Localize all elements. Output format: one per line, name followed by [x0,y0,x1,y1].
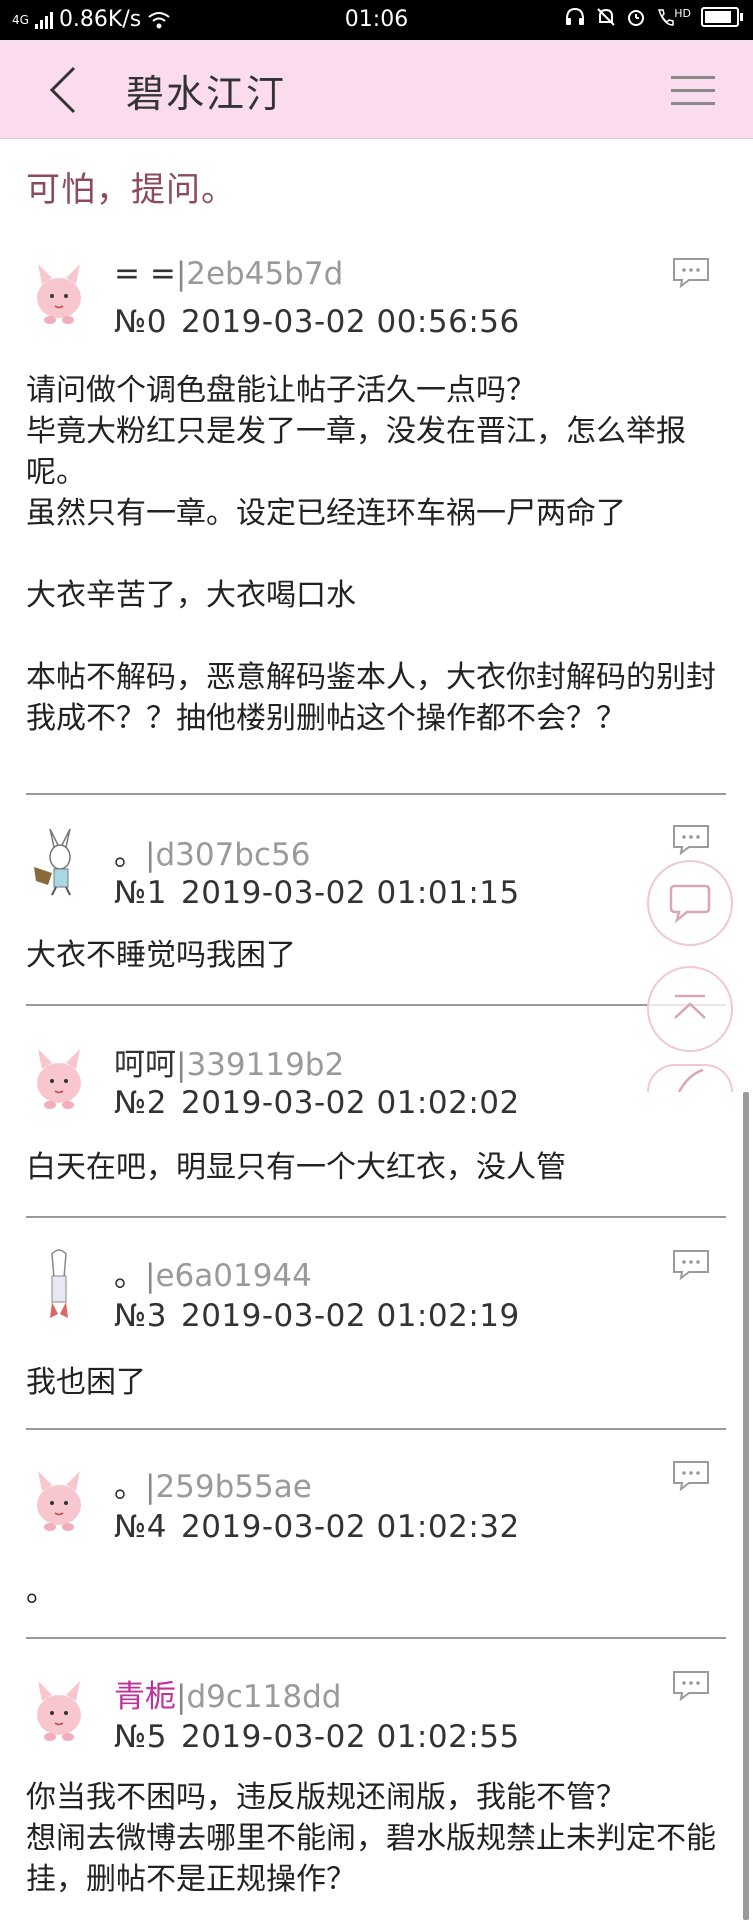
leaf-icon [677,1068,704,1092]
avatar [37,1049,81,1109]
author-name[interactable]: 青栀 [114,1679,176,1715]
fab-third-button[interactable] [647,1064,733,1092]
post-text: 请问做个调色盘能让帖子活久一点吗？ 毕竟大粉红只是发了一章，没发在晋江，怎么举报… [26,373,716,736]
post-meta: №3 2019-03-02 01:02:19 [114,1298,520,1334]
post-meta: №0 2019-03-02 00:56:56 [114,304,520,340]
author-name[interactable]: = = [114,256,176,292]
post-text: 白天在吧，明显只有一个大红衣，没人管 [26,1150,566,1185]
menu-bar-3 [671,102,715,105]
post-body: 我也困了 [26,1362,726,1403]
post-datetime: 2019-03-02 01:02:19 [180,1298,520,1334]
hd-label: HD [674,7,691,20]
author-hash: 259b55ae [155,1469,312,1505]
author-hash: 2eb45b7d [186,256,344,292]
avatar [37,264,81,324]
post-body: 你当我不困吗，违反版规还闹版，我能不管？ 想闹去微博去哪里不能闹，碧水版规禁止未… [26,1777,726,1900]
app-header: 碧水江汀 [0,40,753,139]
post-body: 白天在吧，明显只有一个大红衣，没人管 [26,1147,726,1188]
post-text: 大衣不睡觉吗我困了 [26,938,296,973]
status-bar: 4G 0.86K/s 01:06 HD [0,0,753,40]
avatar [50,1249,68,1318]
author-line: 。|d307bc56 [114,829,310,874]
post-number: №0 [114,304,167,340]
menu-button[interactable] [671,70,715,110]
post-text: 我也困了 [26,1365,146,1400]
author-line: 青栀|d9c118dd [114,1671,341,1716]
post-datetime: 2019-03-02 00:56:56 [180,304,520,340]
post-body: 请问做个调色盘能让帖子活久一点吗？ 毕竟大粉红只是发了一章，没发在晋江，怎么举报… [26,370,726,739]
chat-bubble-icon [669,884,711,924]
post-datetime: 2019-03-02 01:02:55 [180,1719,520,1755]
hamburger-menu-icon [671,76,715,79]
post-datetime: 2019-03-02 01:02:02 [180,1085,520,1121]
divider [26,1004,726,1006]
mute-bell-icon [597,8,615,26]
separator: | [145,1469,156,1505]
chevron-left-icon [49,66,76,114]
post-text: 你当我不困吗，违反版规还闹版，我能不管？ 想闹去微博去哪里不能闹，碧水版规禁止未… [26,1780,716,1897]
author-line: 呵呵|339119b2 [114,1039,344,1084]
separator: | [175,256,187,292]
avatar [34,828,71,896]
divider [26,793,726,795]
post-meta: №4 2019-03-02 01:02:32 [114,1509,520,1545]
separator: | [176,1047,187,1083]
author-hash: d9c118dd [186,1679,342,1715]
post-meta: №2 2019-03-02 01:02:02 [114,1085,520,1121]
author-line: = =|2eb45b7d [114,256,343,292]
author-hash: d307bc56 [155,837,311,873]
author-name[interactable]: 。 [114,1258,145,1294]
scroll-to-top-icon [674,994,706,1019]
post-datetime: 2019-03-02 01:02:32 [180,1509,520,1545]
divider [26,1637,726,1639]
hd-call-icon: HD [656,7,691,27]
author-name[interactable]: 。 [114,837,145,873]
post-meta: №1 2019-03-02 01:01:15 [114,875,520,911]
separator: | [145,837,156,873]
divider [26,1216,726,1218]
scrollbar[interactable] [743,1092,749,1920]
post-number: №4 [114,1509,167,1545]
headset-icon [566,7,585,25]
author-line: 。|259b55ae [114,1461,312,1506]
fab-reply-button[interactable] [647,860,733,946]
separator: | [176,1679,187,1715]
post-number: №3 [114,1298,167,1334]
comment-bubble-icon[interactable] [671,1459,711,1491]
author-line: 。|e6a01944 [114,1250,312,1295]
author-hash: 339119b2 [186,1047,345,1083]
alarm-icon [628,10,645,26]
back-button[interactable] [44,62,94,118]
author-hash: e6a01944 [155,1258,312,1294]
comment-bubble-icon[interactable] [671,1669,711,1701]
post-number: №2 [114,1085,167,1121]
avatar [37,1471,81,1531]
comment-bubble-icon[interactable] [671,1248,711,1280]
avatar [37,1681,81,1741]
post-text: 。 [26,1574,56,1609]
menu-bar-2 [671,89,715,92]
status-right: HD [564,7,743,27]
separator: | [145,1258,156,1294]
comment-bubble-icon[interactable] [671,823,711,855]
post-body: 。 [26,1571,726,1612]
post-number: №1 [114,875,167,911]
post-datetime: 2019-03-02 01:01:15 [180,875,520,911]
author-name[interactable]: 。 [114,1469,145,1505]
author-name[interactable]: 呵呵 [114,1047,176,1083]
fab-top-button[interactable] [647,966,733,1052]
post-number: №5 [114,1719,167,1755]
comment-bubble-icon[interactable] [671,256,711,288]
battery-icon [701,7,743,27]
divider [26,1428,726,1430]
post-meta: №5 2019-03-02 01:02:55 [114,1719,520,1755]
page-title: 碧水江汀 [126,72,287,116]
post-body: 大衣不睡觉吗我困了 [26,935,726,976]
thread-title: 可怕，提问。 [26,170,236,210]
